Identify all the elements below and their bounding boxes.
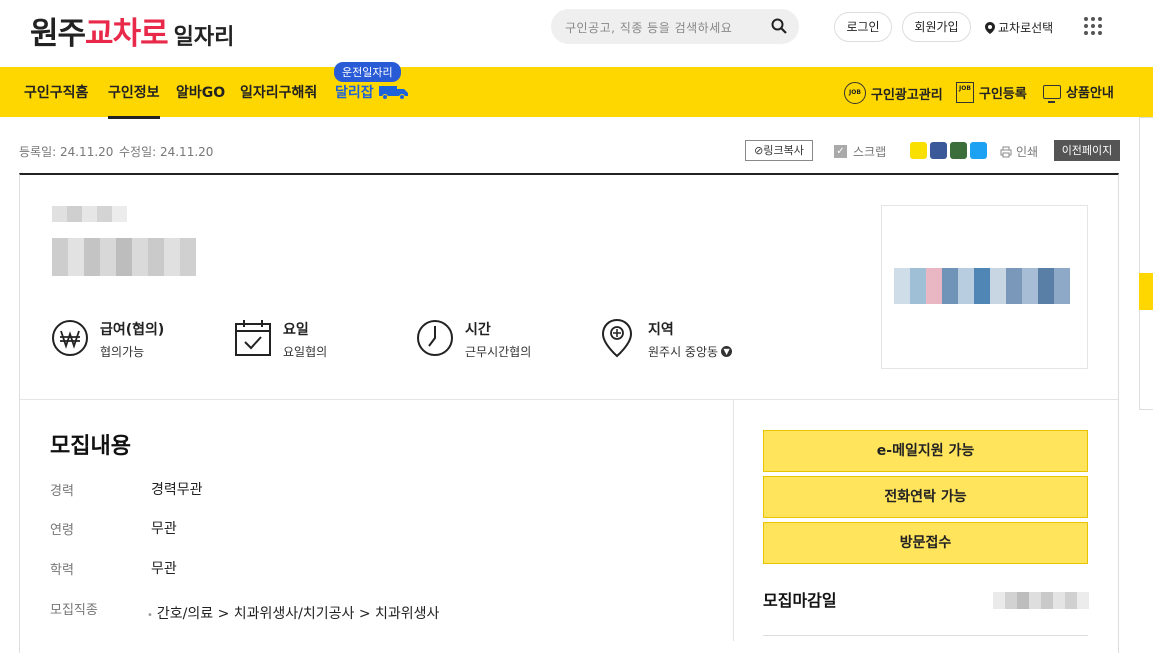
blurred-logo bbox=[894, 268, 1070, 304]
blurred-job-title bbox=[52, 238, 196, 276]
print-button[interactable]: 인쇄 bbox=[1000, 143, 1038, 160]
scrap-button[interactable]: ✓ 스크랩 bbox=[834, 143, 886, 160]
band-icon[interactable] bbox=[950, 142, 967, 159]
career-value: 경력무관 bbox=[151, 482, 203, 498]
side-banner-yellow bbox=[1139, 273, 1153, 310]
nav-product-info[interactable]: 상품안내 bbox=[1043, 82, 1114, 103]
location-selector[interactable]: 교차로선택 bbox=[985, 19, 1053, 36]
company-logo bbox=[881, 205, 1088, 369]
signup-button[interactable]: 회원가입 bbox=[902, 12, 971, 42]
logo-jobs: 일자리 bbox=[173, 25, 235, 50]
registered-date: 등록일: 24.11.20 bbox=[19, 145, 114, 159]
main-nav: 구인구직홈 구인정보 알바GO 일자리구해줘 달리잡 운전일자리 JOB 구인광… bbox=[0, 62, 1153, 119]
salary-title: 급여(협의) bbox=[100, 322, 165, 338]
email-apply-button[interactable]: e-메일지원 가능 bbox=[763, 430, 1088, 472]
job-category-value: • 간호/의료 > 치과위생사/치기공사 > 치과위생사 bbox=[147, 603, 439, 623]
location-label: 교차로선택 bbox=[998, 21, 1054, 35]
link-copy-label: 링크복사 bbox=[763, 144, 804, 157]
job-category-text: 간호/의료 > 치과위생사/치기공사 > 치과위생사 bbox=[156, 606, 440, 622]
clock-icon bbox=[417, 320, 453, 356]
search-input[interactable]: 구인공고, 직종 등을 검색하세요 bbox=[565, 19, 732, 36]
won-icon bbox=[52, 320, 88, 356]
region-value[interactable]: 원주시 중앙동 ▼ bbox=[648, 343, 733, 360]
nav-job-home[interactable]: 구인구직홈 bbox=[24, 82, 88, 102]
print-label: 인쇄 bbox=[1016, 145, 1039, 159]
nav-job-register-label: 구인등록 bbox=[979, 87, 1027, 102]
search-box[interactable]: 구인공고, 직종 등을 검색하세요 bbox=[551, 9, 799, 44]
search-icon[interactable] bbox=[771, 18, 787, 34]
site-logo[interactable]: 원주 교차로 일자리 bbox=[30, 8, 235, 52]
calendar-icon bbox=[235, 320, 271, 356]
driving-job-badge: 운전일자리 bbox=[334, 62, 401, 82]
workday-value: 요일협의 bbox=[283, 345, 328, 359]
document-icon: JOB bbox=[956, 82, 974, 103]
time-title: 시간 bbox=[465, 322, 491, 338]
section-divider bbox=[20, 399, 1118, 400]
logo-brand: 교차로 bbox=[85, 16, 169, 52]
modified-date: 수정일: 24.11.20 bbox=[119, 145, 214, 159]
time-value: 근무시간협의 bbox=[465, 345, 532, 359]
workday-title: 요일 bbox=[283, 322, 309, 338]
nav-ad-manage-label: 구인광고관리 bbox=[871, 87, 943, 103]
side-floating-banner[interactable] bbox=[1139, 117, 1153, 410]
login-button[interactable]: 로그인 bbox=[834, 12, 892, 42]
age-label: 연령 bbox=[50, 523, 74, 538]
nav-alba-go[interactable]: 알바GO bbox=[176, 82, 225, 102]
location-pin-icon bbox=[985, 21, 995, 34]
arrow-down-icon[interactable]: ▼ bbox=[721, 346, 733, 357]
twitter-icon[interactable] bbox=[970, 142, 987, 159]
link-copy-button[interactable]: ⊘링크복사 bbox=[745, 140, 813, 161]
recruit-section-title: 모집내용 bbox=[50, 434, 131, 459]
education-value: 무관 bbox=[151, 561, 177, 577]
career-label: 경력 bbox=[50, 484, 74, 499]
blurred-company-name bbox=[52, 206, 127, 222]
region-title: 지역 bbox=[648, 322, 674, 338]
kakaotalk-icon[interactable] bbox=[910, 142, 927, 159]
deadline-divider bbox=[763, 635, 1088, 636]
age-value: 무관 bbox=[151, 521, 177, 537]
all-menu-icon[interactable] bbox=[1084, 17, 1102, 35]
blurred-deadline-date bbox=[993, 592, 1089, 609]
prev-page-button[interactable]: 이전페이지 bbox=[1054, 140, 1120, 161]
job-category-label: 모집직종 bbox=[50, 603, 98, 618]
nav-job-register[interactable]: JOB 구인등록 bbox=[956, 82, 1027, 103]
visit-apply-button[interactable]: 방문접수 bbox=[763, 522, 1088, 564]
region-label: 원주시 중앙동 bbox=[648, 345, 719, 359]
phone-apply-button[interactable]: 전화연락 가능 bbox=[763, 476, 1088, 518]
nav-job-info[interactable]: 구인정보 bbox=[108, 82, 160, 119]
salary-value: 협의가능 bbox=[100, 345, 145, 359]
education-label: 학력 bbox=[50, 563, 74, 578]
top-header: 원주 교차로 일자리 구인공고, 직종 등을 검색하세요 로그인 회원가입 교차… bbox=[0, 0, 1153, 67]
location-icon bbox=[601, 318, 633, 358]
deadline-label: 모집마감일 bbox=[763, 591, 837, 610]
column-divider bbox=[733, 400, 734, 641]
nav-find-job[interactable]: 일자리구해줘 bbox=[240, 82, 317, 102]
bullet-icon: • bbox=[147, 610, 153, 621]
job-icon: JOB bbox=[844, 82, 866, 104]
facebook-icon[interactable] bbox=[930, 142, 947, 159]
nav-product-info-label: 상품안내 bbox=[1066, 86, 1114, 101]
scrap-label: 스크랩 bbox=[853, 145, 887, 159]
monitor-icon bbox=[1043, 84, 1061, 103]
nav-ad-manage[interactable]: JOB 구인광고관리 bbox=[844, 82, 943, 104]
truck-icon bbox=[379, 86, 408, 100]
nav-dallijob[interactable]: 달리잡 bbox=[335, 82, 374, 102]
check-icon: ✓ bbox=[834, 145, 847, 158]
link-icon: ⊘ bbox=[754, 144, 764, 157]
logo-city: 원주 bbox=[30, 16, 86, 52]
printer-icon bbox=[1000, 146, 1012, 157]
